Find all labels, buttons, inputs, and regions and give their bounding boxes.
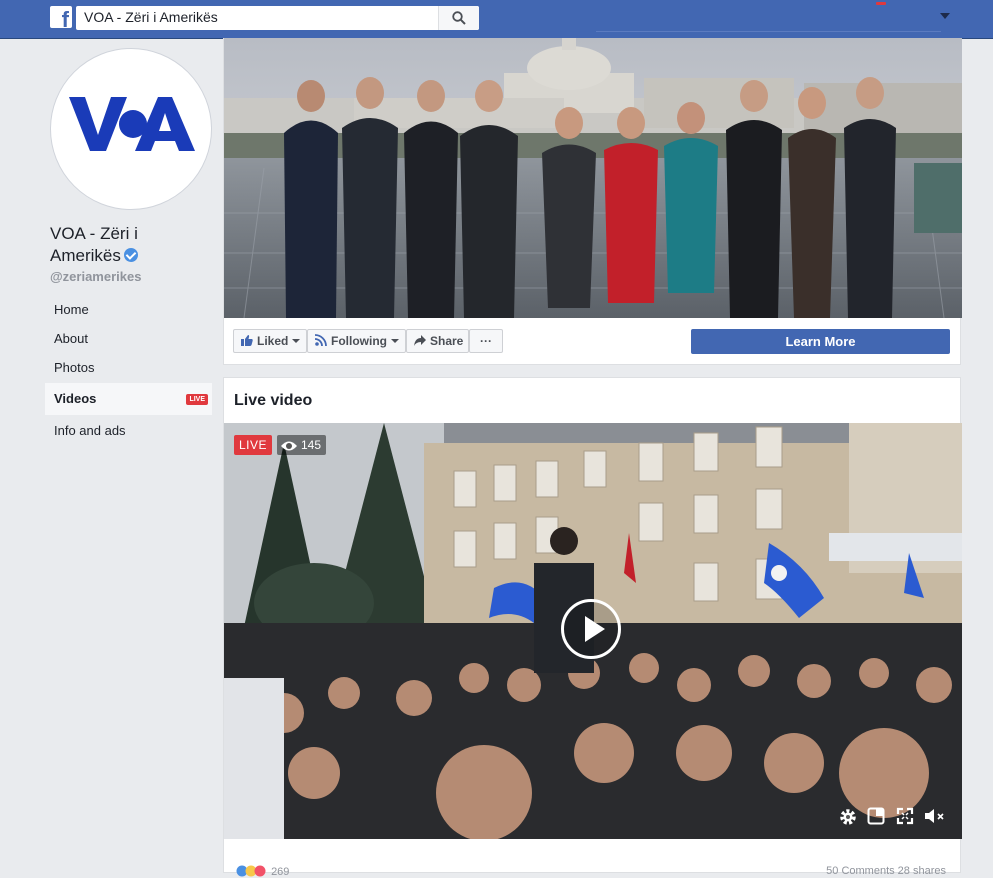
- thumbs-up-icon: [241, 331, 253, 353]
- share-button[interactable]: Share: [406, 329, 469, 353]
- live-video-heading: Live video: [234, 392, 313, 409]
- page-handle[interactable]: @zeriamerikes: [50, 269, 141, 284]
- search-input-value: VOA - Zëri i Amerikës: [84, 9, 218, 25]
- cover-photo[interactable]: [224, 38, 962, 318]
- reaction-icons: [236, 865, 266, 877]
- page-title[interactable]: VOA - Zëri i Amerikës: [50, 223, 200, 267]
- reaction-summary[interactable]: 269: [236, 865, 289, 878]
- viewer-count: 145: [277, 435, 327, 455]
- topbar-divider: [596, 31, 941, 32]
- picture-in-picture-icon[interactable]: [867, 807, 885, 825]
- learn-more-button[interactable]: Learn More: [691, 329, 950, 354]
- search-button[interactable]: [438, 6, 479, 30]
- cover-card: [223, 38, 962, 365]
- ellipsis-icon: ···: [480, 334, 492, 348]
- play-button[interactable]: [561, 599, 621, 659]
- settings-gear-icon[interactable]: [838, 807, 858, 827]
- search-icon: [452, 11, 466, 25]
- nav-item-info-and-ads[interactable]: Info and ads: [45, 416, 212, 445]
- share-arrow-icon: [414, 331, 426, 353]
- chevron-down-icon: [292, 339, 301, 343]
- verified-badge-icon: [123, 248, 138, 262]
- following-button[interactable]: Following: [307, 329, 406, 353]
- nav-item-videos[interactable]: Videos LIVE: [45, 383, 212, 415]
- live-badge: LIVE: [186, 394, 208, 405]
- nav-item-photos[interactable]: Photos: [45, 353, 212, 382]
- facebook-logo-icon[interactable]: f: [50, 6, 72, 31]
- search-input[interactable]: VOA - Zëri i Amerikës: [76, 6, 479, 30]
- live-video-card: Live video LIVE 145 269 50 Comments 28 s…: [223, 377, 962, 878]
- account-menu-caret-icon[interactable]: [940, 13, 950, 19]
- nav-item-home[interactable]: Home: [45, 295, 212, 324]
- reaction-count: 269: [271, 866, 290, 878]
- eye-icon: [281, 441, 297, 451]
- voa-logo: [69, 97, 195, 151]
- fullscreen-icon[interactable]: [896, 807, 914, 825]
- comments-shares-count[interactable]: 50 Comments 28 shares: [826, 865, 946, 877]
- liked-button[interactable]: Liked: [233, 329, 307, 353]
- more-options-button[interactable]: ···: [469, 329, 503, 353]
- mute-icon[interactable]: [924, 807, 946, 825]
- profile-picture[interactable]: [50, 48, 212, 210]
- cover-photo-illustration: [224, 38, 962, 318]
- live-video-player[interactable]: LIVE 145: [224, 423, 962, 839]
- nav-item-about[interactable]: About: [45, 324, 212, 353]
- rss-feed-icon: [314, 331, 327, 353]
- top-navigation-bar: f VOA - Zëri i Amerikës: [0, 0, 993, 39]
- notification-indicator: [876, 2, 886, 5]
- chevron-down-icon: [391, 339, 399, 343]
- live-indicator-badge: LIVE: [234, 435, 273, 455]
- page-navigation: Home About Photos Videos LIVE Info and ad…: [45, 295, 212, 445]
